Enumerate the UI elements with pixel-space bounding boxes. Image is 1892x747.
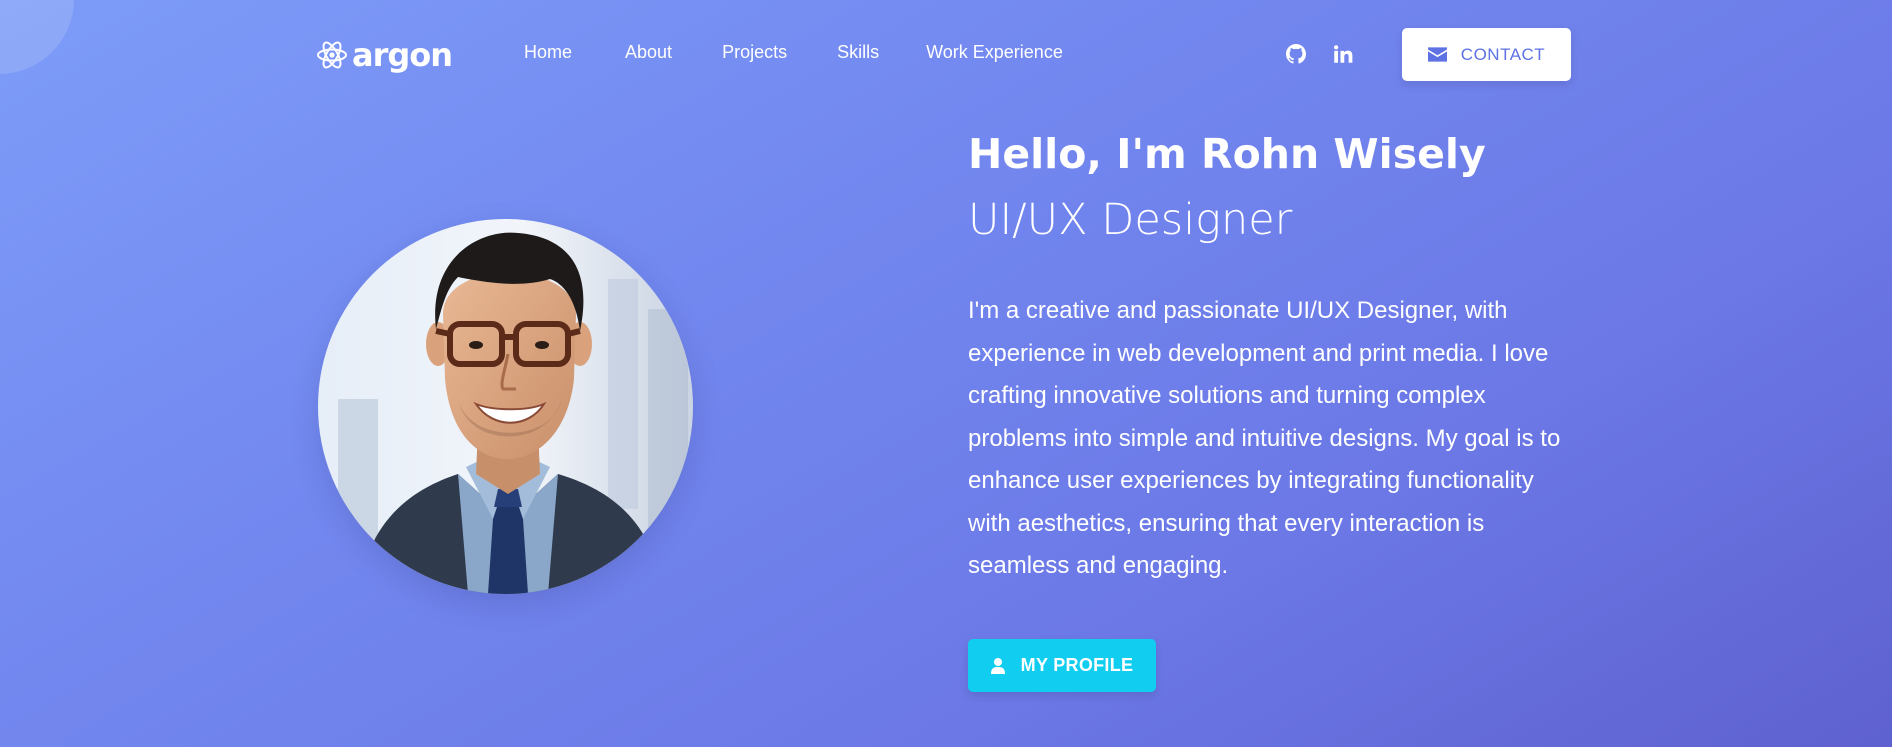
hero-title: Hello, I'm Rohn Wisely [968, 130, 1486, 178]
envelope-icon [1427, 47, 1447, 62]
github-icon [1286, 44, 1306, 64]
linkedin-icon [1334, 45, 1353, 63]
nav-link-about[interactable]: About [625, 42, 672, 63]
contact-button[interactable]: CONTACT [1402, 28, 1571, 81]
profile-photo-image [318, 219, 693, 594]
user-icon [990, 657, 1005, 674]
atom-icon [317, 41, 347, 69]
github-link[interactable] [1286, 44, 1308, 66]
contact-button-label: CONTACT [1460, 44, 1546, 64]
brand-logo[interactable]: argon [316, 34, 453, 76]
profile-photo [318, 219, 693, 594]
hero-description: I'm a creative and passionate UI/UX Desi… [968, 297, 1561, 579]
nav-link-home[interactable]: Home [524, 42, 572, 63]
my-profile-button-label: MY PROFILE [1020, 655, 1134, 675]
my-profile-button[interactable]: MY PROFILE [968, 639, 1156, 692]
brand-name: argon [352, 36, 453, 74]
hero-subtitle: UI/UX Designer [968, 195, 1293, 245]
nav-link-projects[interactable]: Projects [722, 42, 787, 63]
linkedin-link[interactable] [1333, 44, 1355, 66]
nav-links: Home About Projects Skills Work Experien… [524, 42, 1063, 63]
navbar: argon Home About Projects Skills Work Ex… [0, 0, 1892, 110]
nav-link-skills[interactable]: Skills [837, 42, 879, 63]
nav-link-work-experience[interactable]: Work Experience [926, 42, 1063, 63]
hero-content: Hello, I'm Rohn Wisely UI/UX Designer I'… [968, 120, 1588, 612]
